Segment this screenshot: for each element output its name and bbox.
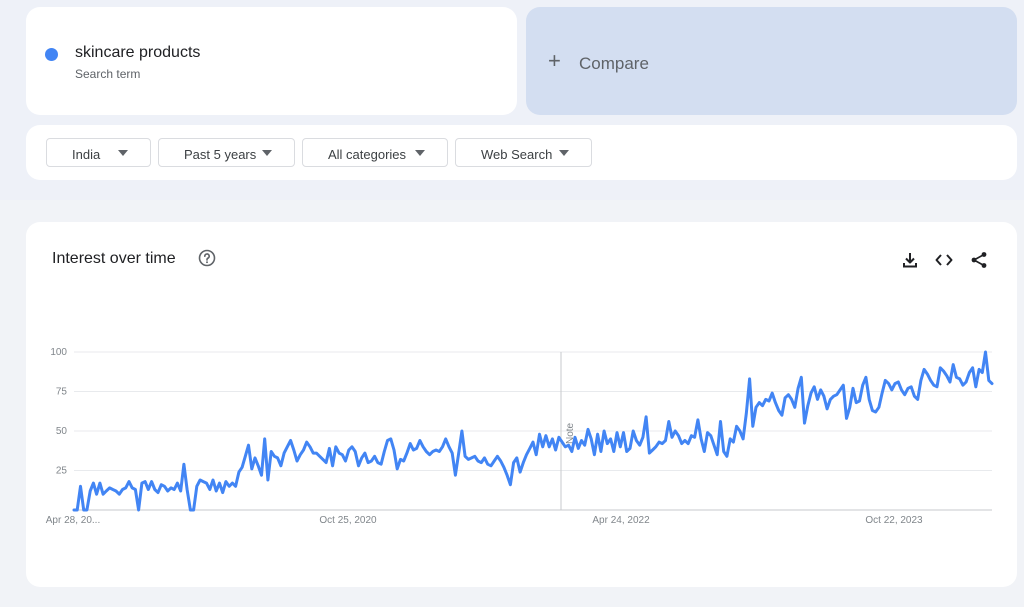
filter-category-dropdown[interactable]: All categories bbox=[302, 138, 448, 167]
filter-time-range-dropdown[interactable]: Past 5 years bbox=[158, 138, 295, 167]
y-tick-label: 75 bbox=[56, 387, 68, 398]
caret-down-icon bbox=[415, 150, 425, 156]
compare-label: Compare bbox=[579, 54, 649, 73]
x-tick-label: Apr 24, 2022 bbox=[592, 515, 650, 526]
y-tick-label: 50 bbox=[56, 426, 68, 437]
plus-icon: + bbox=[548, 48, 561, 73]
series-color-dot bbox=[45, 48, 58, 61]
filter-region-dropdown[interactable]: India bbox=[46, 138, 151, 167]
filter-search-type-dropdown[interactable]: Web Search bbox=[455, 138, 592, 167]
filter-search-type-label: Web Search bbox=[481, 147, 553, 162]
caret-down-icon bbox=[118, 150, 128, 156]
line-chart: 100 75 50 25 Apr 28, 20... Oct 25, 2020 Apr 2… bbox=[46, 347, 994, 526]
caret-down-icon bbox=[262, 150, 272, 156]
y-tick-label: 100 bbox=[50, 347, 67, 358]
filter-time-range-label: Past 5 years bbox=[184, 147, 257, 162]
x-tick-label: Apr 28, 20... bbox=[46, 515, 100, 526]
x-tick-label: Oct 25, 2020 bbox=[319, 515, 377, 526]
filter-bar: India Past 5 years All categories Web Se… bbox=[26, 125, 1017, 180]
caret-down-icon bbox=[559, 150, 569, 156]
compare-button[interactable]: + Compare bbox=[526, 7, 1017, 115]
interest-over-time-card: Interest over time 100 75 50 25 Apr 28, 20.… bbox=[26, 222, 1017, 587]
search-term-card[interactable]: skincare products Search term bbox=[26, 7, 517, 115]
y-tick-label: 25 bbox=[56, 466, 68, 477]
search-term-name[interactable]: skincare products bbox=[75, 44, 200, 62]
filter-category-label: All categories bbox=[328, 147, 407, 162]
search-term-subtitle: Search term bbox=[75, 67, 141, 81]
filter-region-label: India bbox=[72, 147, 101, 162]
x-tick-label: Oct 22, 2023 bbox=[865, 515, 923, 526]
